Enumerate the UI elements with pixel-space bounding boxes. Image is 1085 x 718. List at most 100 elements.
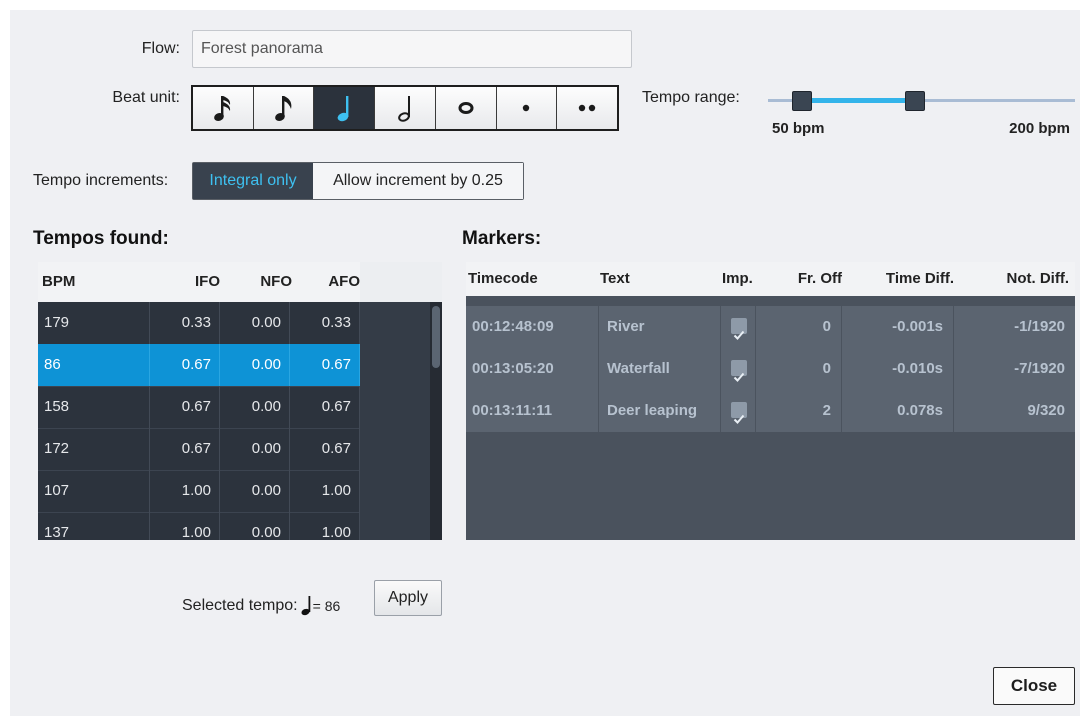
nfo-cell: 0.00 xyxy=(220,428,290,470)
nfo-cell: 0.00 xyxy=(220,470,290,512)
flow-field[interactable]: Forest panorama xyxy=(192,30,632,68)
fr-off-cell: 0 xyxy=(756,348,842,390)
tempos-scrollbar-thumb[interactable] xyxy=(432,306,440,368)
table-row[interactable]: 00:13:11:11 Deer leaping 2 0.078s 9/320 xyxy=(466,390,1075,433)
quarter-note-icon xyxy=(301,596,310,616)
column-header-nfo[interactable]: NFO xyxy=(220,262,292,302)
tempo-range-fill xyxy=(801,98,914,103)
ifo-cell: 0.67 xyxy=(150,386,220,428)
imp-cell xyxy=(721,306,756,348)
column-header-afo[interactable]: AFO xyxy=(290,262,360,302)
flow-label: Flow: xyxy=(141,40,180,57)
ifo-cell: 0.67 xyxy=(150,344,220,386)
beat-unit-double-dotted-button[interactable] xyxy=(557,87,618,129)
bpm-cell: 179 xyxy=(38,302,150,344)
afo-cell: 1.00 xyxy=(290,470,360,512)
tempo-range-min-label: 50 bpm xyxy=(772,120,825,137)
imp-cell xyxy=(721,390,756,432)
table-row[interactable]: 158 0.67 0.00 0.67 xyxy=(38,386,360,429)
allow-quarter-increment-option[interactable]: Allow increment by 0.25 xyxy=(313,163,523,199)
not-diff-cell: -1/1920 xyxy=(1014,318,1065,335)
column-header-text[interactable]: Text xyxy=(600,262,630,296)
column-header-not-diff[interactable]: Not. Diff. xyxy=(954,262,1069,296)
beat-unit-label: Beat unit: xyxy=(112,89,180,106)
not-diff-cell: -7/1920 xyxy=(1014,360,1065,377)
timecode-cell: 00:12:48:09 xyxy=(466,306,599,348)
checkmark-icon xyxy=(733,330,745,340)
column-header-ifo[interactable]: IFO xyxy=(148,262,220,302)
tempo-range-min-thumb[interactable] xyxy=(792,91,812,111)
tempos-table-empty-column xyxy=(360,302,430,540)
time-diff-cell: 0.078s xyxy=(842,390,954,432)
beat-unit-quarter-button[interactable] xyxy=(314,87,376,129)
afo-cell: 0.33 xyxy=(290,302,360,344)
ifo-cell: 1.00 xyxy=(150,512,220,540)
beat-unit-sixteenth-button[interactable] xyxy=(193,87,254,129)
selected-tempo-value: = 86 xyxy=(312,598,341,614)
nfo-cell: 0.00 xyxy=(220,302,290,344)
table-row[interactable]: 107 1.00 0.00 1.00 xyxy=(38,470,360,513)
eighth-note-icon xyxy=(274,96,291,121)
checkbox-checked[interactable] xyxy=(731,402,747,424)
dot-icon xyxy=(523,104,530,112)
double-dot-icon xyxy=(578,104,596,112)
beat-unit-dotted-button[interactable] xyxy=(496,87,558,129)
beat-unit-whole-button[interactable] xyxy=(435,87,497,129)
selected-tempo-display: Selected tempo: = 86 xyxy=(182,595,340,617)
tempo-detection-dialog: Flow: Forest panorama Beat unit: Tempo r… xyxy=(10,10,1080,716)
bpm-cell: 137 xyxy=(38,512,150,540)
checkmark-icon xyxy=(733,414,745,424)
time-diff-cell: -0.010s xyxy=(842,348,954,390)
fr-off-cell: 2 xyxy=(756,390,842,432)
apply-button[interactable]: Apply xyxy=(374,580,442,616)
sixteenth-note-icon xyxy=(213,96,230,121)
bpm-cell: 158 xyxy=(38,386,150,428)
ifo-cell: 1.00 xyxy=(150,470,220,512)
timecode-cell: 00:13:05:20 xyxy=(466,348,599,390)
tempos-found-title: Tempos found: xyxy=(33,228,169,249)
beat-unit-eighth-button[interactable] xyxy=(253,87,315,129)
close-button[interactable]: Close xyxy=(993,667,1075,705)
table-row[interactable]: 172 0.67 0.00 0.67 xyxy=(38,428,360,471)
tempo-increments-toggle: Integral only Allow increment by 0.25 xyxy=(192,162,524,200)
tempo-increments-label: Tempo increments: xyxy=(33,172,169,189)
column-header-imp[interactable]: Imp. xyxy=(722,262,753,296)
column-header-timecode[interactable]: Timecode xyxy=(468,262,538,296)
afo-cell: 0.67 xyxy=(290,344,360,386)
column-header-fr-off[interactable]: Fr. Off xyxy=(756,262,842,296)
table-row[interactable]: 00:12:48:09 River 0 -0.001s -1/1920 xyxy=(466,306,1075,349)
markers-table: Timecode Text Imp. Fr. Off Time Diff. No… xyxy=(466,262,1075,540)
imp-cell xyxy=(721,348,756,390)
checkbox-checked[interactable] xyxy=(731,318,747,340)
tempos-header-filler xyxy=(360,262,442,302)
checkmark-icon xyxy=(733,372,745,382)
afo-cell: 1.00 xyxy=(290,512,360,540)
tempo-range-max-thumb[interactable] xyxy=(905,91,925,111)
half-note-icon xyxy=(398,96,411,122)
text-cell: Deer leaping xyxy=(599,390,721,432)
checkbox-checked[interactable] xyxy=(731,360,747,382)
selected-tempo-label: Selected tempo: xyxy=(182,597,298,614)
afo-cell: 0.67 xyxy=(290,386,360,428)
bpm-cell: 172 xyxy=(38,428,150,470)
integral-only-option[interactable]: Integral only xyxy=(193,163,313,199)
nfo-cell: 0.00 xyxy=(220,512,290,540)
table-row-selected[interactable]: 86 0.67 0.00 0.67 xyxy=(38,344,360,387)
ifo-cell: 0.33 xyxy=(150,302,220,344)
ifo-cell: 0.67 xyxy=(150,428,220,470)
table-row[interactable]: 00:13:05:20 Waterfall 0 -0.010s -7/1920 xyxy=(466,348,1075,391)
text-cell: Waterfall xyxy=(599,348,721,390)
tempo-range-label: Tempo range: xyxy=(642,89,740,106)
text-cell: River xyxy=(599,306,721,348)
time-diff-cell: -0.001s xyxy=(842,306,954,348)
column-header-time-diff[interactable]: Time Diff. xyxy=(842,262,954,296)
tempo-range-max-label: 200 bpm xyxy=(1009,120,1070,137)
table-row[interactable]: 137 1.00 0.00 1.00 xyxy=(38,512,360,540)
column-header-bpm[interactable]: BPM xyxy=(42,262,75,302)
tempos-table: BPM IFO NFO AFO 179 0.33 0.00 0.33 86 0.… xyxy=(38,262,442,540)
quarter-note-icon xyxy=(337,96,349,122)
table-row[interactable]: 179 0.33 0.00 0.33 xyxy=(38,302,360,345)
beat-unit-half-button[interactable] xyxy=(375,87,436,129)
beat-unit-selector xyxy=(191,85,619,131)
afo-cell: 0.67 xyxy=(290,428,360,470)
